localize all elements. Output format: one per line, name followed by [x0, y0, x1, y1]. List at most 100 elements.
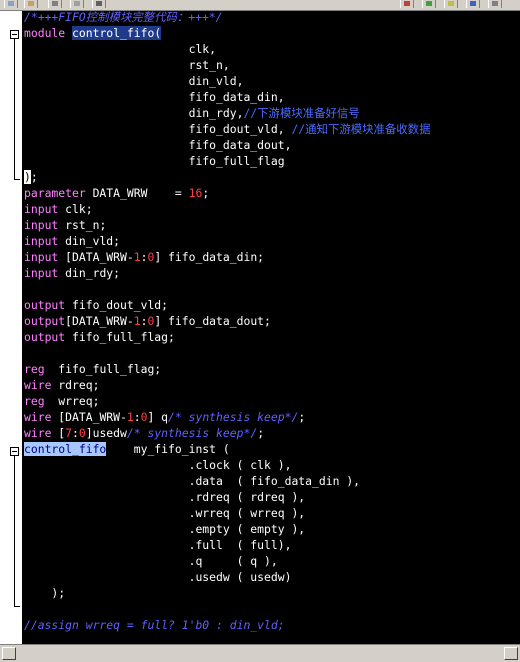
- code-line[interactable]: wire [DATA_WRW-1:0] q/* synthesis keep*/…: [24, 409, 305, 425]
- code-token: [DATA_WRW-: [58, 410, 127, 424]
- toolbar-button[interactable]: [444, 0, 458, 8]
- code-line[interactable]: reg fifo_full_flag;: [24, 361, 161, 377]
- code-line[interactable]: wire [7:0]usedw/* synthesis keep*/;: [24, 425, 264, 441]
- code-token: control_fifo: [72, 26, 155, 40]
- code-token: clk,: [24, 42, 217, 56]
- code-token: output: [24, 330, 73, 344]
- code-token: //assign wrreq = full? 1'b0 : din_vld;: [24, 618, 285, 632]
- toolbar-button[interactable]: [48, 0, 62, 8]
- code-line[interactable]: //assign wrreq = full? 1'b0 : din_vld;: [24, 617, 285, 633]
- code-line[interactable]: wire rdreq;: [24, 377, 99, 393]
- code-line[interactable]: rst_n,: [24, 57, 230, 73]
- code-line[interactable]: .clock ( clk ),: [24, 457, 292, 473]
- toolbar-button[interactable]: [70, 0, 84, 8]
- scroll-left-button[interactable]: [2, 647, 16, 660]
- code-token: ] fifo_data_dout;: [154, 314, 271, 328]
- toolbar-icon: [52, 1, 58, 6]
- toolbar-button[interactable]: [4, 0, 18, 8]
- scroll-right-button[interactable]: [504, 647, 518, 660]
- horizontal-scrollbar[interactable]: [0, 644, 520, 662]
- code-token: input: [24, 202, 66, 216]
- code-line[interactable]: fifo_full_flag: [24, 153, 285, 169]
- code-token: 16: [188, 186, 203, 200]
- code-line[interactable]: input clk;: [24, 201, 93, 217]
- code-token: rst_n,: [24, 58, 230, 72]
- code-line[interactable]: fifo_dout_vld, //通知下游模块准备收数据: [24, 121, 431, 137]
- code-token: ;: [202, 186, 210, 200]
- toolbar-icon: [448, 1, 454, 6]
- code-line[interactable]: parameter DATA_WRW = 16;: [24, 185, 209, 201]
- code-token: ]usedw: [85, 426, 127, 440]
- code-token: wire: [24, 378, 59, 392]
- toolbar-icon: [8, 1, 14, 6]
- code-line[interactable]: module control_fifo(: [24, 25, 162, 41]
- code-line[interactable]: output fifo_full_flag;: [24, 329, 175, 345]
- code-line[interactable]: clk,: [24, 41, 216, 57]
- code-line[interactable]: );: [24, 169, 38, 185]
- code-line[interactable]: input din_vld;: [24, 233, 120, 249]
- code-token: .usedw ( usedw): [24, 570, 292, 584]
- code-token: fifo_dout_vld,: [24, 122, 292, 136]
- code-token: din_rdy,: [24, 106, 244, 120]
- code-line[interactable]: .rdreq ( rdreq ),: [24, 489, 306, 505]
- code-token: ;: [30, 170, 38, 184]
- code-line[interactable]: /*+++FIFO控制模块完整代码：+++*/: [24, 11, 223, 25]
- code-line[interactable]: fifo_data_dout,: [24, 137, 292, 153]
- code-line[interactable]: );: [24, 585, 65, 601]
- toolbar-icon: [492, 1, 498, 6]
- code-token: //通知下游模块准备收数据: [291, 122, 431, 136]
- toolbar-button[interactable]: [488, 0, 502, 8]
- code-token: [DATA_WRW-: [65, 314, 134, 328]
- code-token: [DATA_WRW-: [65, 250, 134, 264]
- code-token: 1: [133, 314, 141, 328]
- toolbar-button[interactable]: [24, 0, 38, 8]
- code-token: .wrreq ( wrreq ),: [24, 506, 306, 520]
- toolbar-icon: [74, 1, 80, 6]
- code-token: reg: [24, 394, 59, 408]
- code-line[interactable]: .empty ( empty ),: [24, 521, 306, 537]
- code-token: 1: [126, 410, 134, 424]
- code-token: rdreq;: [58, 378, 100, 392]
- code-token: .clock ( clk ),: [24, 458, 292, 472]
- code-token: DATA_WRW =: [92, 186, 189, 200]
- toolbar-icon: [404, 1, 410, 6]
- code-line[interactable]: fifo_data_din,: [24, 89, 285, 105]
- code-line[interactable]: output[DATA_WRW-1:0] fifo_data_dout;: [24, 313, 271, 329]
- code-line[interactable]: .wrreq ( wrreq ),: [24, 505, 306, 521]
- code-editor[interactable]: /*+++FIFO控制模块完整代码：+++*/module control_fi…: [22, 11, 520, 644]
- toolbar-button[interactable]: [92, 0, 106, 8]
- code-line[interactable]: din_rdy,//下游模块准备好信号: [24, 105, 360, 121]
- code-line[interactable]: input rst_n;: [24, 217, 106, 233]
- code-token: .rdreq ( rdreq ),: [24, 490, 306, 504]
- code-token: (: [154, 26, 162, 40]
- code-line[interactable]: .full ( full),: [24, 537, 292, 553]
- fold-toggle-icon[interactable]: [10, 30, 19, 39]
- code-token: fifo_full_flag;: [72, 330, 175, 344]
- code-token: .empty ( empty ),: [24, 522, 306, 536]
- code-line[interactable]: reg wrreq;: [24, 393, 99, 409]
- code-line[interactable]: control_fifo my_fifo_inst (: [24, 441, 230, 457]
- fold-end: [14, 606, 20, 607]
- toolbar-button[interactable]: [422, 0, 436, 8]
- code-line[interactable]: .data ( fifo_data_din ),: [24, 473, 360, 489]
- code-line[interactable]: output fifo_dout_vld;: [24, 297, 168, 313]
- code-token: input: [24, 266, 66, 280]
- code-token: input: [24, 218, 66, 232]
- code-line[interactable]: input [DATA_WRW-1:0] fifo_data_din;: [24, 249, 264, 265]
- toolbar: [0, 0, 520, 11]
- fold-line: [14, 39, 15, 179]
- code-token: 0: [78, 426, 86, 440]
- code-line[interactable]: input din_rdy;: [24, 265, 120, 281]
- code-line[interactable]: .usedw ( usedw): [24, 569, 292, 585]
- code-token: ] fifo_data_din;: [154, 250, 265, 264]
- fold-gutter: [0, 11, 22, 644]
- code-token: reg: [24, 362, 59, 376]
- fold-toggle-icon[interactable]: [10, 447, 19, 456]
- toolbar-button[interactable]: [466, 0, 480, 8]
- code-token: .full ( full),: [24, 538, 292, 552]
- code-line[interactable]: din_vld,: [24, 73, 244, 89]
- toolbar-button[interactable]: [400, 0, 414, 8]
- code-token: fifo_full_flag;: [58, 362, 162, 376]
- code-token: din_vld,: [24, 74, 244, 88]
- code-line[interactable]: .q ( q ),: [24, 553, 278, 569]
